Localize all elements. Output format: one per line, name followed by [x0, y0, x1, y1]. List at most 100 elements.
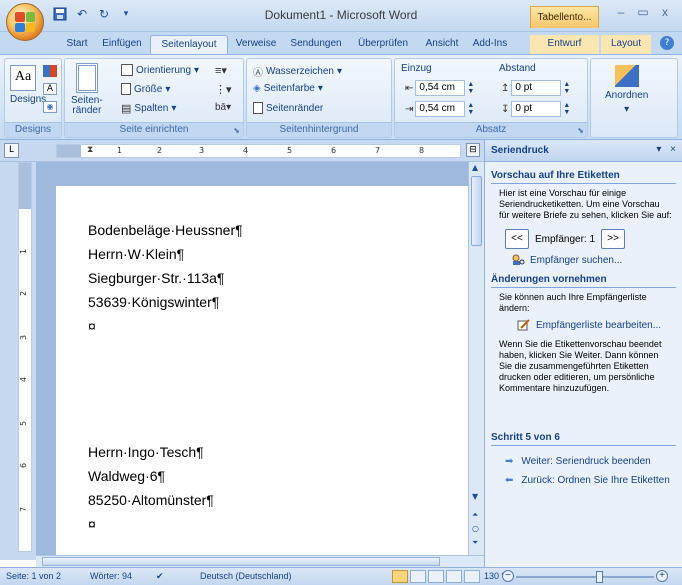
word-count[interactable]: Wörter: 94 [90, 571, 132, 581]
print-layout-view-button[interactable] [392, 570, 408, 583]
tab-einfuegen[interactable]: Einfügen [96, 35, 148, 54]
colors-icon[interactable] [43, 65, 57, 77]
indent-marker-icon[interactable]: ⧗ [87, 145, 93, 155]
ruler-number: 2 [157, 146, 163, 155]
scroll-up-icon[interactable]: ▲ [472, 163, 478, 172]
label2-line-2[interactable]: Waldweg·6¶ [88, 468, 165, 484]
absatz-launcher-icon[interactable]: ⬊ [577, 126, 584, 135]
maximize-button[interactable]: ▭ [632, 5, 654, 23]
tab-seitenlayout[interactable]: Seitenlayout [150, 35, 228, 54]
indent-left-icon: ⇤ [405, 82, 414, 94]
finish-text: Wenn Sie die Etikettenvorschau beendet h… [499, 339, 662, 393]
horizontal-ruler[interactable]: 1 2 3 4 5 6 7 8 ⧗ [56, 144, 461, 158]
previous-step-link[interactable]: ⬅ Zurück: Ordnen Sie Ihre Etiketten [505, 475, 682, 486]
ribbon: Aa Designs A ◉ Designs Seiten- ränder Or… [0, 54, 682, 140]
previous-page-icon[interactable]: ⏶ [472, 510, 478, 520]
line-numbers-icon[interactable]: ⋮▾ [215, 83, 232, 96]
language-indicator[interactable]: Deutsch (Deutschland) [200, 571, 292, 581]
einzug-links-input[interactable]: 0,54 cm [415, 80, 466, 96]
pane-close-icon[interactable]: × [670, 144, 676, 155]
abstand-nach-spinner[interactable]: ▲ ▼ [563, 102, 570, 116]
tab-add-ins[interactable]: Add-Ins [468, 35, 512, 54]
abstand-vor-spinner[interactable]: ▲ ▼ [563, 81, 570, 95]
tab-ueberpruefen[interactable]: Überprüfen [350, 35, 416, 54]
groesse-button[interactable]: Größe ▾ [121, 83, 170, 95]
anordnen-button[interactable]: Anordnen ▾ [605, 65, 648, 115]
zoom-in-button[interactable]: + [656, 570, 668, 582]
breaks-icon[interactable]: ≡▾ [215, 64, 227, 77]
close-button[interactable]: x [654, 5, 676, 23]
edit-recipient-list-link[interactable]: Empfängerliste bearbeiten... [517, 319, 682, 331]
pane-menu-icon[interactable]: ▾ [656, 144, 661, 155]
pane-header: Seriendruck ▾ × [485, 140, 682, 162]
next-recipient-button[interactable]: >> [601, 229, 626, 249]
einzug-rechts-spinner[interactable]: ▲ ▼ [467, 102, 474, 116]
vertical-ruler[interactable]: 1 2 3 4 5 6 7 [18, 162, 32, 552]
tab-ansicht[interactable]: Ansicht [418, 35, 466, 54]
next-step-link[interactable]: ➡ Weiter: Seriendruck beenden [505, 456, 682, 467]
document-page[interactable]: Bodenbeläge·Heussner¶ Herrn·W·Klein¶ Sie… [56, 186, 468, 555]
label1-line-3[interactable]: Siegburger·Str.·113a¶ [88, 270, 224, 286]
anordnen-label: Anordnen [605, 90, 649, 101]
label2-line-1[interactable]: Herrn·Ingo·Tesch¶ [88, 444, 204, 460]
group-seitenhintergrund-label: Seitenhintergrund [247, 122, 391, 137]
label2-cell-end[interactable]: ¤ [88, 516, 96, 532]
step-section-title: Schritt 5 von 6 [491, 432, 676, 446]
vertical-scrollbar[interactable]: ▲ ▼ ⏶ ○ ⏷ [468, 162, 484, 555]
spalten-button[interactable]: ▤ Spalten ▾ [121, 102, 176, 115]
label1-line-1[interactable]: Bodenbeläge·Heussner¶ [88, 222, 243, 238]
edit-list-label: Empfängerliste bearbeiten... [536, 319, 662, 331]
vruler-number: 2 [19, 290, 29, 297]
find-recipient-link[interactable]: Empfänger suchen... [511, 254, 682, 266]
next-page-icon[interactable]: ⏷ [472, 538, 478, 548]
minimize-button[interactable]: – [610, 5, 632, 23]
page-indicator[interactable]: Seite: 1 von 2 [6, 571, 61, 581]
full-screen-view-button[interactable] [410, 570, 426, 583]
tab-selector-button[interactable]: L [4, 143, 19, 158]
tab-layout[interactable]: Layout [601, 35, 651, 54]
einzug-rechts-input[interactable]: 0,54 cm [415, 101, 466, 117]
wasserzeichen-button[interactable]: Ⓐ Wasserzeichen ▾ [253, 64, 342, 79]
horizontal-scrollbar[interactable] [36, 555, 484, 567]
draft-view-button[interactable] [464, 570, 480, 583]
fonts-icon[interactable]: A [43, 83, 57, 95]
outline-view-button[interactable] [446, 570, 462, 583]
zoom-slider[interactable]: − + [502, 570, 668, 583]
seitenraender-button[interactable]: Seiten- ränder [71, 63, 103, 116]
tab-sendungen[interactable]: Sendungen [284, 35, 348, 54]
zoom-out-button[interactable]: − [502, 570, 514, 582]
seitenfarbe-button[interactable]: ◈ Seitenfarbe ▾ [253, 83, 323, 94]
hscroll-thumb[interactable] [42, 557, 440, 566]
status-bar: Seite: 1 von 2 Wörter: 94 ✔ Deutsch (Deu… [0, 567, 682, 585]
abstand-nach-input[interactable]: 0 pt [511, 101, 562, 117]
label1-line-2[interactable]: Herrn·W·Klein¶ [88, 246, 184, 262]
dialog-launcher-icon[interactable]: ⬊ [233, 126, 240, 135]
label1-cell-end[interactable]: ¤ [88, 318, 96, 334]
hyphenation-icon[interactable]: bā▾ [215, 102, 231, 113]
previous-recipient-button[interactable]: << [505, 229, 529, 249]
scroll-down-icon[interactable]: ▼ [472, 492, 478, 501]
zoom-thumb[interactable] [596, 571, 603, 583]
help-icon[interactable]: ? [660, 36, 674, 50]
tab-entwurf[interactable]: Entwurf [530, 35, 599, 54]
einzug-links-spinner[interactable]: ▲ ▼ [467, 81, 474, 95]
label2-line-3[interactable]: 85250·Altomünster¶ [88, 492, 214, 508]
web-layout-view-button[interactable] [428, 570, 444, 583]
office-button[interactable] [6, 3, 44, 41]
browse-object-icon[interactable]: ○ [472, 524, 479, 533]
tab-start[interactable]: Start [60, 35, 94, 54]
einzug-heading: Einzug [401, 63, 432, 74]
tab-verweise[interactable]: Verweise [230, 35, 282, 54]
abstand-vor-input[interactable]: 0 pt [511, 80, 562, 96]
group-absatz: Einzug Abstand ⇤ 0,54 cm ▲ ▼ ⇥ 0,54 cm ▲ ▼… [394, 58, 588, 138]
seitenraender-border-button[interactable]: Seitenränder [253, 102, 323, 114]
designs-button[interactable]: Aa Designs [10, 65, 46, 105]
proofing-icon[interactable]: ✔ [156, 571, 164, 582]
effects-icon[interactable]: ◉ [43, 101, 57, 113]
changes-section-title: Änderungen vornehmen [491, 274, 676, 288]
context-tab-title: Tabellento... [530, 6, 599, 28]
label1-line-4[interactable]: 53639·Königswinter¶ [88, 294, 219, 310]
scroll-thumb[interactable] [471, 176, 482, 246]
view-ruler-icon[interactable]: ⊟ [466, 143, 480, 157]
orientierung-button[interactable]: Orientierung ▾ [121, 64, 199, 76]
